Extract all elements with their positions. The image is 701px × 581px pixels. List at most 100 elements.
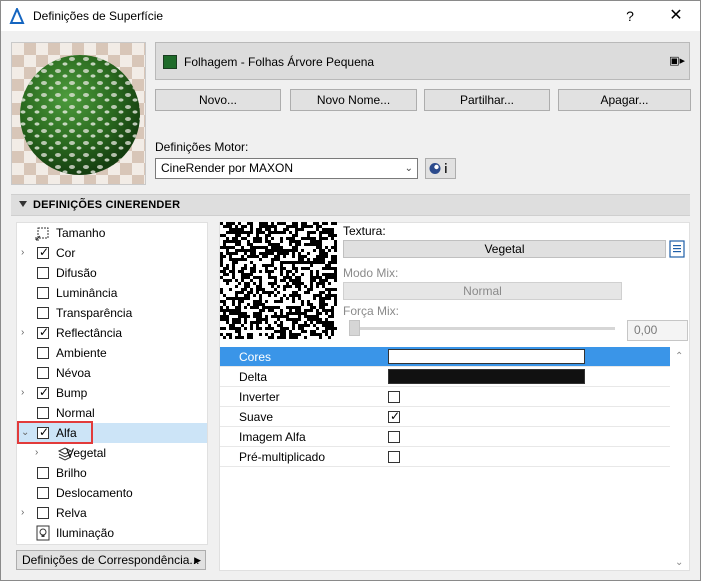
chevron-right-icon[interactable]: › (35, 447, 38, 458)
tree-item-12[interactable]: Brilho (17, 463, 207, 483)
cinema4d-info-icon (429, 163, 447, 174)
tree-item-label: Difusão (56, 266, 97, 280)
chevron-right-icon[interactable]: › (21, 507, 24, 518)
tree-item-checkbox[interactable] (37, 407, 49, 419)
tree-item-label: Névoa (56, 366, 91, 380)
scroll-up-icon[interactable]: ⌃ (675, 351, 683, 362)
share-button[interactable]: Partilhar... (424, 89, 550, 111)
property-row[interactable]: Pré-multiplicado (220, 447, 670, 467)
section-title: DEFINIÇÕES CINERENDER (33, 199, 181, 211)
property-row[interactable]: Imagem Alfa (220, 427, 670, 447)
tree-item-label: Luminância (56, 286, 118, 300)
property-checkbox[interactable] (388, 431, 400, 443)
tree-item-3[interactable]: Luminância (17, 283, 207, 303)
property-label: Pré-multiplicado (239, 450, 326, 464)
delete-button[interactable]: Apagar... (558, 89, 691, 111)
chevron-right-icon[interactable]: › (21, 387, 24, 398)
mix-force-slider-thumb[interactable] (349, 320, 360, 336)
tree-item-label: Bump (56, 386, 88, 400)
texture-label: Textura: (343, 224, 386, 238)
size-icon (35, 227, 49, 241)
mix-force-slider-track[interactable] (349, 327, 615, 330)
tree-item-checkbox[interactable] (37, 287, 49, 299)
color-swatch[interactable] (388, 349, 585, 364)
tree-item-checkbox[interactable] (37, 245, 49, 259)
surface-settings-dialog: Definições de Superfície ? ✕ Folhagem - … (0, 0, 701, 581)
collapse-triangle-icon (19, 201, 27, 207)
tree-item-checkbox[interactable] (37, 385, 49, 399)
title-bar: Definições de Superfície ? ✕ (1, 1, 700, 31)
property-label: Delta (239, 370, 268, 384)
arrow-right-icon: ▶ (194, 555, 201, 565)
property-row[interactable]: Inverter (220, 387, 670, 407)
mix-mode-label: Modo Mix: (343, 266, 399, 280)
texture-name-field[interactable]: Vegetal (343, 240, 666, 258)
engine-info-button[interactable] (425, 158, 456, 179)
new-name-button[interactable]: Novo Nome... (290, 89, 417, 111)
tree-item-label: Normal (56, 406, 95, 420)
tree-item-2[interactable]: Difusão (17, 263, 207, 283)
property-label: Cores (239, 350, 272, 364)
tree-item-label: Iluminação (56, 526, 115, 540)
tree-item-label: Ambiente (56, 346, 107, 360)
window-title: Definições de Superfície (33, 9, 164, 23)
tree-item-14[interactable]: › Relva (17, 503, 207, 523)
tree-item-checkbox[interactable] (37, 347, 49, 359)
property-label: Inverter (239, 390, 280, 404)
tree-item-checkbox[interactable] (37, 267, 49, 279)
color-swatch[interactable] (388, 369, 585, 384)
tree-item-checkbox[interactable] (37, 467, 49, 479)
property-checkbox[interactable] (388, 391, 400, 403)
chevron-down-icon: ⌄ (404, 163, 413, 174)
tree-item-4[interactable]: Transparência (17, 303, 207, 323)
property-checkbox[interactable] (388, 451, 400, 463)
tree-item-label: Cor (56, 246, 76, 260)
tree-item-6[interactable]: Ambiente (17, 343, 207, 363)
property-label: Imagem Alfa (239, 430, 306, 444)
chevron-right-icon[interactable]: › (21, 247, 24, 258)
channel-tree: Tamanho › Cor Difusão Luminância Transparênci… (16, 222, 208, 545)
property-row[interactable]: Suave (220, 407, 670, 427)
tree-item-label: Brilho (56, 466, 87, 480)
tree-item-label: Transparência (56, 306, 133, 320)
mapping-settings-button[interactable]: Definições de Correspondência... ▶ (16, 550, 206, 570)
tree-item-1[interactable]: › Cor (17, 243, 207, 263)
property-label: Suave (239, 410, 274, 424)
tree-item-checkbox[interactable] (37, 367, 49, 379)
property-row[interactable]: Delta (220, 367, 670, 387)
tree-item-checkbox[interactable] (37, 325, 49, 339)
mapping-settings-label: Definições de Correspondência... (22, 553, 200, 567)
tree-item-label: Reflectância (56, 326, 123, 340)
tree-item-7[interactable]: Névoa (17, 363, 207, 383)
tree-item-0[interactable]: Tamanho (17, 223, 207, 243)
mix-force-value-field[interactable]: 0,00 (627, 320, 688, 341)
chevron-right-icon[interactable]: › (21, 327, 24, 338)
tree-item-13[interactable]: Deslocamento (17, 483, 207, 503)
texture-browse-icon[interactable] (669, 240, 686, 258)
property-checkbox[interactable] (388, 409, 400, 423)
lightbulb-icon (36, 525, 50, 541)
tree-item-9[interactable]: Normal (17, 403, 207, 423)
cinerender-section-header[interactable]: DEFINIÇÕES CINERENDER (11, 194, 690, 216)
tree-item-checkbox[interactable] (37, 507, 49, 519)
new-button[interactable]: Novo... (155, 89, 281, 111)
engine-label: Definições Motor: (155, 140, 249, 154)
surface-name: Folhagem - Folhas Árvore Pequena (184, 55, 375, 69)
tree-item-label: Vegetal (66, 446, 107, 460)
help-button[interactable]: ? (618, 5, 642, 27)
surface-menu-icon[interactable]: ▣▸ (669, 54, 685, 67)
tree-item-checkbox[interactable] (37, 487, 49, 499)
tree-item-5[interactable]: › Reflectância (17, 323, 207, 343)
tree-item-8[interactable]: › Bump (17, 383, 207, 403)
tree-item-11[interactable]: › Vegetal (17, 443, 207, 463)
tree-item-label: Deslocamento (56, 486, 133, 500)
preview-sphere-image (12, 43, 145, 184)
mix-mode-dropdown[interactable]: Normal (343, 282, 622, 300)
surface-selector[interactable]: Folhagem - Folhas Árvore Pequena ▣▸ (155, 42, 690, 80)
scroll-down-icon[interactable]: ⌄ (675, 557, 683, 568)
tree-item-15[interactable]: Iluminação (17, 523, 207, 543)
tree-item-checkbox[interactable] (37, 307, 49, 319)
property-row[interactable]: Cores (220, 347, 670, 367)
close-button[interactable]: ✕ (661, 5, 691, 27)
engine-dropdown[interactable]: CineRender por MAXON ⌄ (155, 158, 418, 179)
